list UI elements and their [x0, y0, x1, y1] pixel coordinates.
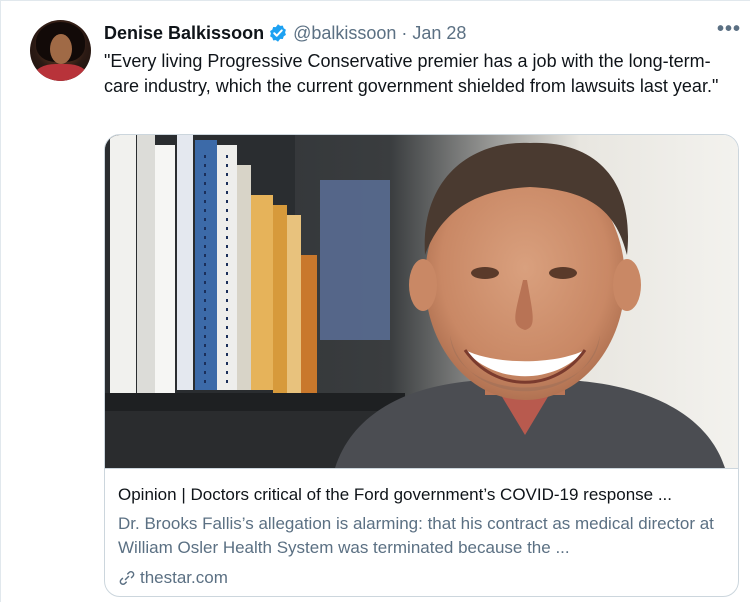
author-handle[interactable]: @balkissoon	[293, 23, 396, 44]
verified-badge-icon	[270, 24, 286, 42]
tweet-text: "Every living Progressive Conservative p…	[104, 51, 719, 96]
card-image[interactable]	[105, 135, 738, 468]
link-icon	[119, 571, 135, 585]
author-name[interactable]: Denise Balkissoon	[104, 23, 264, 44]
link-card[interactable]: Opinion | Doctors critical of the Ford g…	[104, 134, 739, 597]
avatar-face	[50, 34, 72, 64]
card-domain-text[interactable]: thestar.com	[140, 567, 228, 589]
card-description: Dr. Brooks Fallis’s allegation is alarmi…	[118, 514, 714, 557]
tweet[interactable]: Denise Balkissoon @balkissoon · Jan 28 •…	[0, 0, 750, 602]
header-separator: ·	[401, 22, 408, 43]
card-photo	[105, 135, 738, 468]
tweet-header: Denise Balkissoon @balkissoon · Jan 28	[104, 21, 466, 45]
card-title[interactable]: Opinion | Doctors critical of the Ford g…	[118, 484, 728, 506]
avatar-shirt	[34, 64, 88, 81]
card-body[interactable]: Opinion | Doctors critical of the Ford g…	[105, 468, 738, 596]
avatar[interactable]	[30, 20, 91, 81]
card-domain[interactable]: thestar.com	[118, 567, 228, 589]
more-options-icon[interactable]: •••	[717, 19, 741, 43]
tweet-date[interactable]: Jan 28	[412, 23, 466, 44]
